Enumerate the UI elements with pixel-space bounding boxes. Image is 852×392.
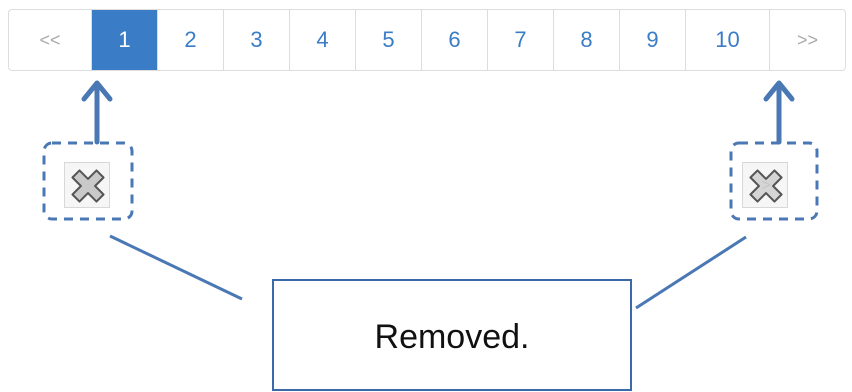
callout-text: Removed. [374,317,530,356]
removed-callout: Removed. [272,279,632,391]
right-connector-line [635,235,747,310]
cross-icon [749,169,783,203]
removed-prev-button: < [64,162,110,208]
removed-next-button: > [742,162,788,208]
cross-icon [71,169,105,203]
left-connector-line [109,234,243,301]
right-arrow [763,80,795,145]
stage: << 1 2 3 4 5 6 7 8 9 10 >> < [0,0,852,392]
left-arrow [81,80,113,145]
